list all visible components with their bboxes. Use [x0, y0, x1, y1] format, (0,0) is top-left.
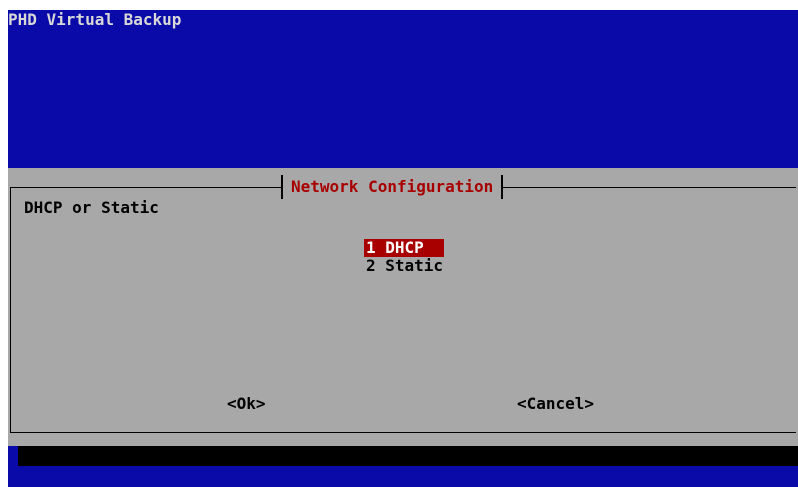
- option-menu: 1 DHCP 2 Static: [364, 239, 447, 275]
- dialog-title: Network Configuration: [281, 175, 504, 199]
- network-config-dialog: Network Configuration DHCP or Static 1 D…: [8, 168, 798, 446]
- status-bar: [18, 446, 798, 466]
- cancel-button[interactable]: <Cancel>: [517, 394, 594, 414]
- menu-option-static[interactable]: 2 Static: [364, 257, 447, 275]
- dialog-prompt: DHCP or Static: [24, 198, 159, 217]
- dialog-frame: [10, 187, 796, 433]
- ok-button[interactable]: <Ok>: [227, 394, 266, 414]
- menu-option-dhcp[interactable]: 1 DHCP: [364, 239, 444, 257]
- app-title: PHD Virtual Backup: [8, 10, 182, 29]
- terminal-screen: PHD Virtual Backup Network Configuration…: [8, 10, 798, 487]
